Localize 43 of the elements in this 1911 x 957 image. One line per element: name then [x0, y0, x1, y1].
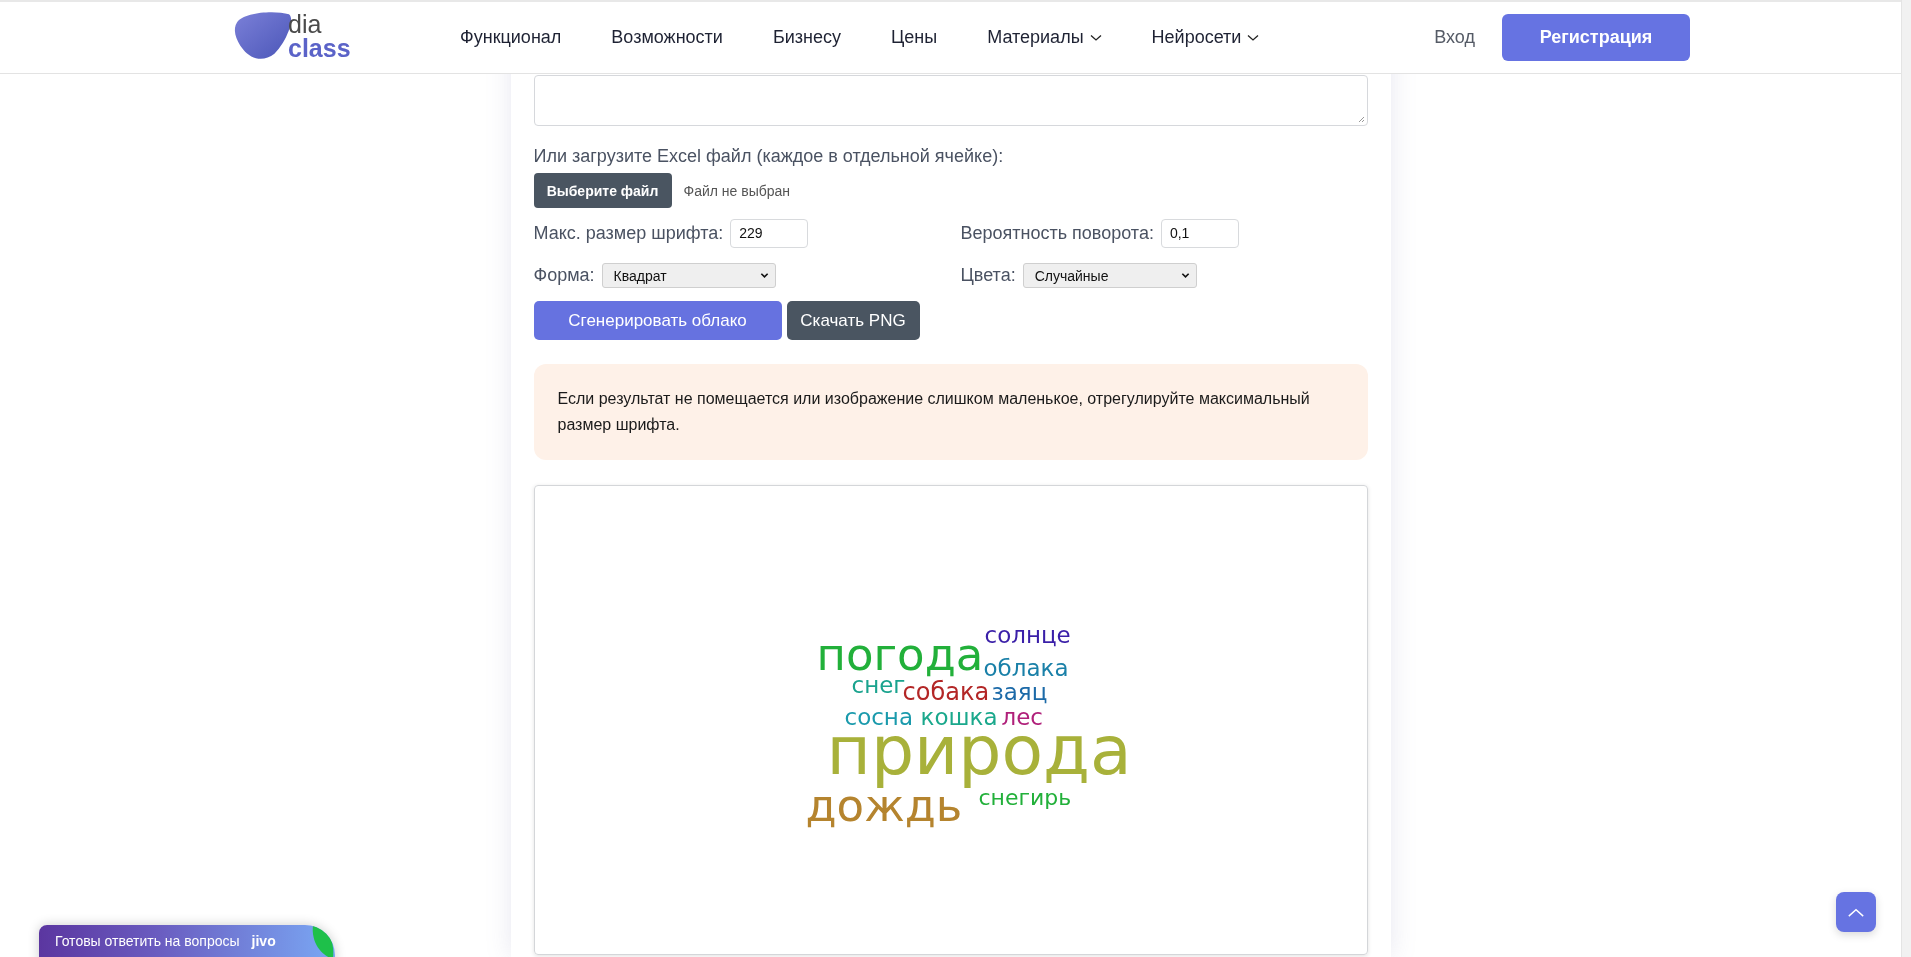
chevron-down-icon: [759, 272, 769, 279]
resize-grip-icon[interactable]: [1356, 115, 1365, 123]
chevron-up-icon: [1847, 906, 1865, 918]
dropdown-select[interactable]: Случайные: [1022, 263, 1197, 288]
cloud-word: собака: [902, 682, 990, 707]
nav-link[interactable]: Возможности: [611, 27, 723, 48]
cloud-word: дождь: [805, 796, 963, 833]
upload-label: Или загрузите Excel файл (каждое в отдельной ячейке):: [533, 146, 1004, 166]
notice-text: Если результат не помещается или изображение слишком маленькое, отрегулируйте максимальный размер шрифта.: [533, 364, 1368, 460]
generate-button[interactable]: Сгенерировать облако: [533, 301, 782, 340]
cloud-word: солнце: [984, 630, 1071, 650]
chat-widget[interactable]: Готовы ответить на вопросы jivo: [39, 925, 335, 957]
leaf-icon: [311, 925, 335, 957]
scrollbar[interactable]: [1901, 0, 1911, 957]
login-link[interactable]: Вход: [1434, 27, 1475, 48]
cloud-word: природа: [826, 735, 1132, 791]
download-button[interactable]: Скачать PNG: [786, 301, 920, 340]
chevron-down-icon: [1180, 272, 1190, 279]
field-label: Цвета:: [960, 265, 1016, 286]
scroll-top-button[interactable]: [1836, 892, 1876, 932]
number-field[interactable]: 229: [730, 219, 809, 248]
nav-link[interactable]: Бизнесу: [772, 27, 841, 48]
choose-file-button[interactable]: Выберите файл: [533, 173, 672, 208]
field-label: Форма:: [533, 265, 595, 286]
nav-link[interactable]: Нейросети: [1151, 27, 1260, 48]
nav-link[interactable]: Функционал: [460, 27, 562, 48]
file-status: Файл не выбран: [683, 182, 791, 199]
dropdown-select[interactable]: Квадрат: [601, 263, 776, 288]
cloud-word: лес: [1001, 712, 1043, 732]
cloud-word: снегирь: [978, 793, 1072, 812]
brand-label: jivo: [251, 933, 276, 949]
cloud-word: облака: [983, 659, 1069, 682]
cloud-word: заяц: [991, 687, 1048, 707]
logo[interactable]: dia class: [232, 9, 351, 62]
field-label: Вероятность поворота:: [960, 223, 1154, 244]
nav-link[interactable]: Цены: [890, 27, 938, 48]
register-button[interactable]: Регистрация: [1502, 14, 1690, 61]
text-area-field[interactable]: [533, 75, 1368, 126]
cloud-word: кошка: [920, 712, 998, 732]
field-label: Макс. размер шрифта:: [533, 223, 724, 244]
number-field[interactable]: 0,1: [1160, 219, 1239, 248]
cloud-word: сосна: [844, 712, 913, 732]
nav-link[interactable]: Материалы: [987, 27, 1102, 48]
